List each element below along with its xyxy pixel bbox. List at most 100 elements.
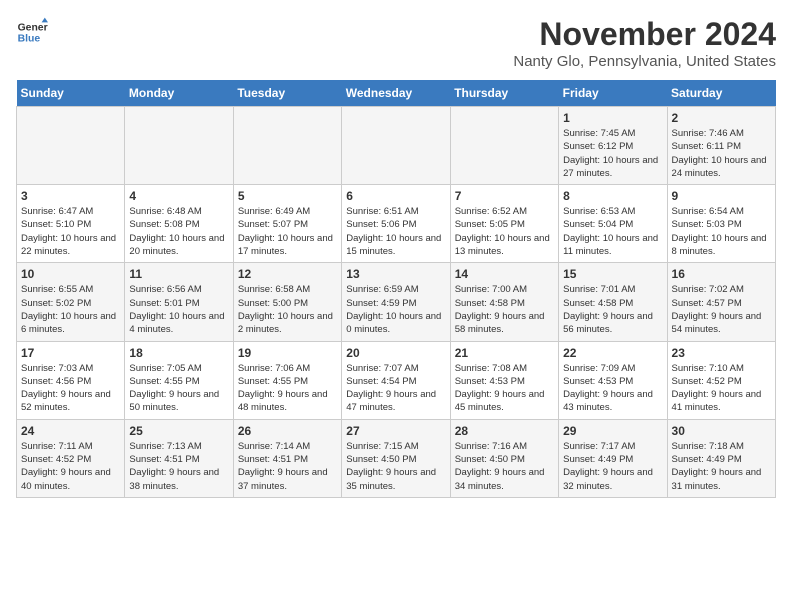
weekday-header: Monday xyxy=(125,80,233,107)
day-number: 5 xyxy=(238,189,337,203)
day-number: 25 xyxy=(129,424,228,438)
day-info: Sunrise: 6:56 AM Sunset: 5:01 PM Dayligh… xyxy=(129,283,228,336)
day-info: Sunrise: 6:54 AM Sunset: 5:03 PM Dayligh… xyxy=(672,205,771,258)
logo: General Blue xyxy=(16,16,48,48)
calendar-cell: 2Sunrise: 7:46 AM Sunset: 6:11 PM Daylig… xyxy=(667,107,775,185)
day-number: 29 xyxy=(563,424,662,438)
day-number: 12 xyxy=(238,267,337,281)
day-info: Sunrise: 7:07 AM Sunset: 4:54 PM Dayligh… xyxy=(346,362,445,415)
day-info: Sunrise: 7:06 AM Sunset: 4:55 PM Dayligh… xyxy=(238,362,337,415)
day-info: Sunrise: 7:15 AM Sunset: 4:50 PM Dayligh… xyxy=(346,440,445,493)
calendar-cell: 14 Sunrise: 7:00 AM Sunset: 4:58 PM Dayli… xyxy=(450,263,558,341)
day-info: Sunrise: 6:48 AM Sunset: 5:08 PM Dayligh… xyxy=(129,205,228,258)
day-info: Sunrise: 7:10 AM Sunset: 4:52 PM Dayligh… xyxy=(672,362,771,415)
day-number: 28 xyxy=(455,424,554,438)
calendar-cell: 23 Sunrise: 7:10 AM Sunset: 4:52 PM Dayli… xyxy=(667,341,775,419)
calendar-cell: 30 Sunrise: 7:18 AM Sunset: 4:49 PM Dayli… xyxy=(667,419,775,497)
calendar-cell: 29Sunrise: 7:17 AM Sunset: 4:49 PM Dayli… xyxy=(559,419,667,497)
calendar-week-row: 3Sunrise: 6:47 AM Sunset: 5:10 PM Daylig… xyxy=(17,185,776,263)
day-number: 2 xyxy=(672,111,771,125)
weekday-header: Saturday xyxy=(667,80,775,107)
day-number: 30 xyxy=(672,424,771,438)
day-number: 6 xyxy=(346,189,445,203)
day-number: 8 xyxy=(563,189,662,203)
svg-text:General: General xyxy=(18,22,48,33)
calendar-cell: 28 Sunrise: 7:16 AM Sunset: 4:50 PM Dayli… xyxy=(450,419,558,497)
day-info: Sunrise: 7:08 AM Sunset: 4:53 PM Dayligh… xyxy=(455,362,554,415)
day-number: 21 xyxy=(455,346,554,360)
calendar-cell: 26 Sunrise: 7:14 AM Sunset: 4:51 PM Dayli… xyxy=(233,419,341,497)
day-number: 26 xyxy=(238,424,337,438)
day-info: Sunrise: 7:05 AM Sunset: 4:55 PM Dayligh… xyxy=(129,362,228,415)
calendar-cell: 11Sunrise: 6:56 AM Sunset: 5:01 PM Dayli… xyxy=(125,263,233,341)
calendar-cell: 18 Sunrise: 7:05 AM Sunset: 4:55 PM Dayli… xyxy=(125,341,233,419)
day-number: 1 xyxy=(563,111,662,125)
calendar-cell: 21 Sunrise: 7:08 AM Sunset: 4:53 PM Dayli… xyxy=(450,341,558,419)
day-number: 18 xyxy=(129,346,228,360)
calendar-cell: 17Sunrise: 7:03 AM Sunset: 4:56 PM Dayli… xyxy=(17,341,125,419)
day-info: Sunrise: 7:11 AM Sunset: 4:52 PM Dayligh… xyxy=(21,440,120,493)
day-number: 22 xyxy=(563,346,662,360)
day-info: Sunrise: 6:53 AM Sunset: 5:04 PM Dayligh… xyxy=(563,205,662,258)
day-info: Sunrise: 7:45 AM Sunset: 6:12 PM Dayligh… xyxy=(563,127,662,180)
day-number: 20 xyxy=(346,346,445,360)
calendar-week-row: 1 Sunrise: 7:45 AM Sunset: 6:12 PM Daylig… xyxy=(17,107,776,185)
day-info: Sunrise: 6:52 AM Sunset: 5:05 PM Dayligh… xyxy=(455,205,554,258)
day-number: 19 xyxy=(238,346,337,360)
day-info: Sunrise: 6:58 AM Sunset: 5:00 PM Dayligh… xyxy=(238,283,337,336)
day-number: 4 xyxy=(129,189,228,203)
day-number: 10 xyxy=(21,267,120,281)
day-info: Sunrise: 7:02 AM Sunset: 4:57 PM Dayligh… xyxy=(672,283,771,336)
calendar-cell: 12 Sunrise: 6:58 AM Sunset: 5:00 PM Dayli… xyxy=(233,263,341,341)
calendar-cell xyxy=(342,107,450,185)
day-number: 13 xyxy=(346,267,445,281)
day-info: Sunrise: 7:00 AM Sunset: 4:58 PM Dayligh… xyxy=(455,283,554,336)
day-info: Sunrise: 6:47 AM Sunset: 5:10 PM Dayligh… xyxy=(21,205,120,258)
weekday-header: Wednesday xyxy=(342,80,450,107)
weekday-header: Tuesday xyxy=(233,80,341,107)
calendar-cell: 24Sunrise: 7:11 AM Sunset: 4:52 PM Dayli… xyxy=(17,419,125,497)
calendar-cell: 27 Sunrise: 7:15 AM Sunset: 4:50 PM Dayli… xyxy=(342,419,450,497)
weekday-header: Sunday xyxy=(17,80,125,107)
day-number: 16 xyxy=(672,267,771,281)
location-title: Nanty Glo, Pennsylvania, United States xyxy=(513,53,776,70)
calendar-cell: 4 Sunrise: 6:48 AM Sunset: 5:08 PM Daylig… xyxy=(125,185,233,263)
day-info: Sunrise: 6:49 AM Sunset: 5:07 PM Dayligh… xyxy=(238,205,337,258)
day-number: 9 xyxy=(672,189,771,203)
calendar-cell: 25Sunrise: 7:13 AM Sunset: 4:51 PM Dayli… xyxy=(125,419,233,497)
weekday-header: Thursday xyxy=(450,80,558,107)
day-number: 7 xyxy=(455,189,554,203)
weekday-header-row: SundayMondayTuesdayWednesdayThursdayFrid… xyxy=(17,80,776,107)
day-info: Sunrise: 7:01 AM Sunset: 4:58 PM Dayligh… xyxy=(563,283,662,336)
day-number: 15 xyxy=(563,267,662,281)
calendar-cell: 7 Sunrise: 6:52 AM Sunset: 5:05 PM Daylig… xyxy=(450,185,558,263)
day-info: Sunrise: 6:59 AM Sunset: 4:59 PM Dayligh… xyxy=(346,283,445,336)
calendar-cell: 5 Sunrise: 6:49 AM Sunset: 5:07 PM Daylig… xyxy=(233,185,341,263)
calendar-cell: 10 Sunrise: 6:55 AM Sunset: 5:02 PM Dayli… xyxy=(17,263,125,341)
day-number: 27 xyxy=(346,424,445,438)
calendar-week-row: 24Sunrise: 7:11 AM Sunset: 4:52 PM Dayli… xyxy=(17,419,776,497)
calendar-cell: 22 Sunrise: 7:09 AM Sunset: 4:53 PM Dayli… xyxy=(559,341,667,419)
calendar-cell: 13 Sunrise: 6:59 AM Sunset: 4:59 PM Dayli… xyxy=(342,263,450,341)
day-number: 23 xyxy=(672,346,771,360)
calendar-cell: 15 Sunrise: 7:01 AM Sunset: 4:58 PM Dayli… xyxy=(559,263,667,341)
calendar-cell xyxy=(233,107,341,185)
header: General Blue November 2024 Nanty Glo, Pe… xyxy=(16,16,776,70)
calendar-week-row: 17Sunrise: 7:03 AM Sunset: 4:56 PM Dayli… xyxy=(17,341,776,419)
day-info: Sunrise: 7:16 AM Sunset: 4:50 PM Dayligh… xyxy=(455,440,554,493)
calendar-cell: 19 Sunrise: 7:06 AM Sunset: 4:55 PM Dayli… xyxy=(233,341,341,419)
day-info: Sunrise: 7:03 AM Sunset: 4:56 PM Dayligh… xyxy=(21,362,120,415)
logo-icon: General Blue xyxy=(16,16,48,48)
day-number: 14 xyxy=(455,267,554,281)
calendar-cell xyxy=(125,107,233,185)
calendar-cell: 3Sunrise: 6:47 AM Sunset: 5:10 PM Daylig… xyxy=(17,185,125,263)
calendar-cell: 16 Sunrise: 7:02 AM Sunset: 4:57 PM Dayli… xyxy=(667,263,775,341)
day-info: Sunrise: 6:55 AM Sunset: 5:02 PM Dayligh… xyxy=(21,283,120,336)
calendar-cell: 20 Sunrise: 7:07 AM Sunset: 4:54 PM Dayli… xyxy=(342,341,450,419)
calendar-cell xyxy=(17,107,125,185)
day-info: Sunrise: 7:09 AM Sunset: 4:53 PM Dayligh… xyxy=(563,362,662,415)
day-info: Sunrise: 6:51 AM Sunset: 5:06 PM Dayligh… xyxy=(346,205,445,258)
title-section: November 2024 Nanty Glo, Pennsylvania, U… xyxy=(513,16,776,70)
day-info: Sunrise: 7:14 AM Sunset: 4:51 PM Dayligh… xyxy=(238,440,337,493)
day-info: Sunrise: 7:18 AM Sunset: 4:49 PM Dayligh… xyxy=(672,440,771,493)
